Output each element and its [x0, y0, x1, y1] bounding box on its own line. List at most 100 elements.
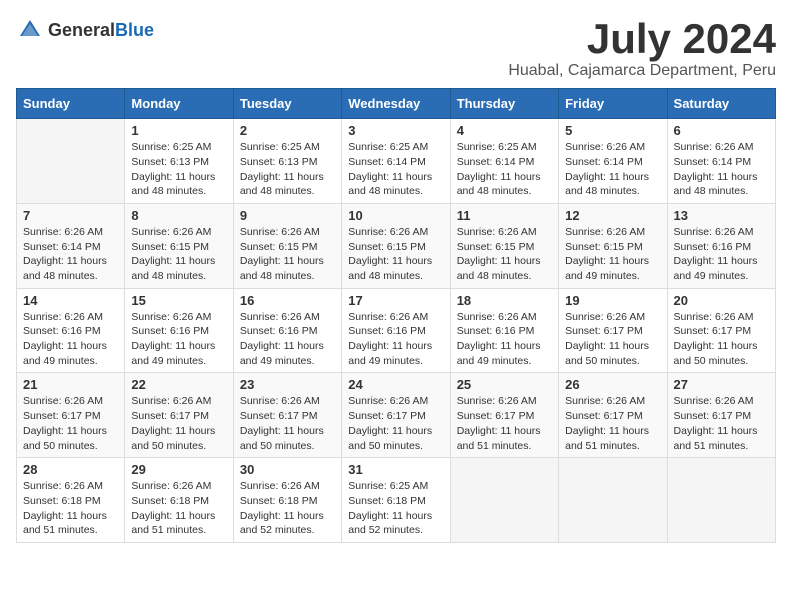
- day-info: Sunrise: 6:26 AMSunset: 6:16 PMDaylight:…: [23, 310, 118, 369]
- day-number: 26: [565, 377, 660, 392]
- day-info: Sunrise: 6:26 AMSunset: 6:17 PMDaylight:…: [457, 394, 552, 453]
- day-number: 2: [240, 123, 335, 138]
- day-number: 25: [457, 377, 552, 392]
- calendar-cell: 28 Sunrise: 6:26 AMSunset: 6:18 PMDayligh…: [17, 458, 125, 543]
- day-number: 22: [131, 377, 226, 392]
- calendar-cell: 29 Sunrise: 6:26 AMSunset: 6:18 PMDayligh…: [125, 458, 233, 543]
- day-info: Sunrise: 6:26 AMSunset: 6:17 PMDaylight:…: [240, 394, 335, 453]
- calendar-cell: 11 Sunrise: 6:26 AMSunset: 6:15 PMDayligh…: [450, 203, 558, 288]
- calendar-cell: [667, 458, 775, 543]
- calendar-cell: 16 Sunrise: 6:26 AMSunset: 6:16 PMDayligh…: [233, 288, 341, 373]
- calendar-header-saturday: Saturday: [667, 89, 775, 119]
- day-number: 5: [565, 123, 660, 138]
- day-number: 16: [240, 293, 335, 308]
- day-number: 17: [348, 293, 443, 308]
- logo-icon: [16, 16, 44, 44]
- day-number: 29: [131, 462, 226, 477]
- day-info: Sunrise: 6:26 AMSunset: 6:14 PMDaylight:…: [23, 225, 118, 284]
- day-info: Sunrise: 6:26 AMSunset: 6:16 PMDaylight:…: [457, 310, 552, 369]
- month-title: July 2024: [508, 16, 776, 62]
- calendar-cell: 14 Sunrise: 6:26 AMSunset: 6:16 PMDayligh…: [17, 288, 125, 373]
- title-area: July 2024 Huabal, Cajamarca Department, …: [508, 16, 776, 80]
- day-number: 11: [457, 208, 552, 223]
- day-info: Sunrise: 6:26 AMSunset: 6:16 PMDaylight:…: [131, 310, 226, 369]
- day-info: Sunrise: 6:25 AMSunset: 6:14 PMDaylight:…: [457, 140, 552, 199]
- page-header: GeneralBlue July 2024 Huabal, Cajamarca …: [16, 16, 776, 80]
- day-number: 6: [674, 123, 769, 138]
- calendar-week-1: 1Sunrise: 6:25 AMSunset: 6:13 PMDaylight…: [17, 119, 776, 204]
- calendar-cell: 17 Sunrise: 6:26 AMSunset: 6:16 PMDayligh…: [342, 288, 450, 373]
- day-number: 30: [240, 462, 335, 477]
- day-info: Sunrise: 6:25 AMSunset: 6:14 PMDaylight:…: [348, 140, 443, 199]
- calendar-cell: 1Sunrise: 6:25 AMSunset: 6:13 PMDaylight…: [125, 119, 233, 204]
- calendar-header-friday: Friday: [559, 89, 667, 119]
- day-number: 20: [674, 293, 769, 308]
- logo-blue: Blue: [115, 20, 154, 40]
- calendar-cell: [450, 458, 558, 543]
- day-number: 27: [674, 377, 769, 392]
- day-number: 4: [457, 123, 552, 138]
- calendar-cell: 8Sunrise: 6:26 AMSunset: 6:15 PMDaylight…: [125, 203, 233, 288]
- calendar-body: 1Sunrise: 6:25 AMSunset: 6:13 PMDaylight…: [17, 119, 776, 543]
- calendar-header-thursday: Thursday: [450, 89, 558, 119]
- calendar-cell: 24 Sunrise: 6:26 AMSunset: 6:17 PMDayligh…: [342, 373, 450, 458]
- calendar-cell: 12Sunrise: 6:26 AMSunset: 6:15 PMDayligh…: [559, 203, 667, 288]
- calendar-week-3: 14 Sunrise: 6:26 AMSunset: 6:16 PMDayligh…: [17, 288, 776, 373]
- calendar-cell: 18 Sunrise: 6:26 AMSunset: 6:16 PMDayligh…: [450, 288, 558, 373]
- calendar-header-sunday: Sunday: [17, 89, 125, 119]
- calendar-cell: 15 Sunrise: 6:26 AMSunset: 6:16 PMDayligh…: [125, 288, 233, 373]
- calendar-cell: 21 Sunrise: 6:26 AMSunset: 6:17 PMDayligh…: [17, 373, 125, 458]
- day-info: Sunrise: 6:26 AMSunset: 6:16 PMDaylight:…: [348, 310, 443, 369]
- calendar-cell: 31 Sunrise: 6:25 AMSunset: 6:18 PMDayligh…: [342, 458, 450, 543]
- calendar-header-monday: Monday: [125, 89, 233, 119]
- day-number: 31: [348, 462, 443, 477]
- calendar-cell: 25 Sunrise: 6:26 AMSunset: 6:17 PMDayligh…: [450, 373, 558, 458]
- day-info: Sunrise: 6:26 AMSunset: 6:18 PMDaylight:…: [23, 479, 118, 538]
- day-number: 7: [23, 208, 118, 223]
- calendar-week-2: 7 Sunrise: 6:26 AMSunset: 6:14 PMDaylight…: [17, 203, 776, 288]
- day-info: Sunrise: 6:26 AMSunset: 6:17 PMDaylight:…: [565, 394, 660, 453]
- day-number: 15: [131, 293, 226, 308]
- day-number: 28: [23, 462, 118, 477]
- calendar-cell: 10Sunrise: 6:26 AMSunset: 6:15 PMDayligh…: [342, 203, 450, 288]
- calendar-cell: 23Sunrise: 6:26 AMSunset: 6:17 PMDayligh…: [233, 373, 341, 458]
- calendar-cell: 13Sunrise: 6:26 AMSunset: 6:16 PMDayligh…: [667, 203, 775, 288]
- day-info: Sunrise: 6:25 AMSunset: 6:13 PMDaylight:…: [240, 140, 335, 199]
- calendar-table: SundayMondayTuesdayWednesdayThursdayFrid…: [16, 88, 776, 543]
- calendar-week-5: 28 Sunrise: 6:26 AMSunset: 6:18 PMDayligh…: [17, 458, 776, 543]
- calendar-cell: 4 Sunrise: 6:25 AMSunset: 6:14 PMDaylight…: [450, 119, 558, 204]
- day-number: 18: [457, 293, 552, 308]
- calendar-cell: [17, 119, 125, 204]
- day-info: Sunrise: 6:26 AMSunset: 6:18 PMDaylight:…: [131, 479, 226, 538]
- calendar-cell: 20Sunrise: 6:26 AMSunset: 6:17 PMDayligh…: [667, 288, 775, 373]
- logo: GeneralBlue: [16, 16, 154, 44]
- day-info: Sunrise: 6:26 AMSunset: 6:17 PMDaylight:…: [23, 394, 118, 453]
- day-info: Sunrise: 6:26 AMSunset: 6:15 PMDaylight:…: [348, 225, 443, 284]
- day-number: 21: [23, 377, 118, 392]
- day-info: Sunrise: 6:26 AMSunset: 6:18 PMDaylight:…: [240, 479, 335, 538]
- calendar-header-wednesday: Wednesday: [342, 89, 450, 119]
- calendar-cell: 22Sunrise: 6:26 AMSunset: 6:17 PMDayligh…: [125, 373, 233, 458]
- day-number: 3: [348, 123, 443, 138]
- calendar-cell: 9Sunrise: 6:26 AMSunset: 6:15 PMDaylight…: [233, 203, 341, 288]
- calendar-cell: [559, 458, 667, 543]
- day-info: Sunrise: 6:26 AMSunset: 6:15 PMDaylight:…: [565, 225, 660, 284]
- calendar-cell: 19Sunrise: 6:26 AMSunset: 6:17 PMDayligh…: [559, 288, 667, 373]
- day-info: Sunrise: 6:26 AMSunset: 6:16 PMDaylight:…: [240, 310, 335, 369]
- calendar-cell: 30 Sunrise: 6:26 AMSunset: 6:18 PMDayligh…: [233, 458, 341, 543]
- day-number: 24: [348, 377, 443, 392]
- day-number: 14: [23, 293, 118, 308]
- day-info: Sunrise: 6:25 AMSunset: 6:18 PMDaylight:…: [348, 479, 443, 538]
- day-info: Sunrise: 6:26 AMSunset: 6:15 PMDaylight:…: [457, 225, 552, 284]
- day-info: Sunrise: 6:26 AMSunset: 6:17 PMDaylight:…: [348, 394, 443, 453]
- calendar-header-row: SundayMondayTuesdayWednesdayThursdayFrid…: [17, 89, 776, 119]
- calendar-cell: 26 Sunrise: 6:26 AMSunset: 6:17 PMDayligh…: [559, 373, 667, 458]
- calendar-cell: 3 Sunrise: 6:25 AMSunset: 6:14 PMDaylight…: [342, 119, 450, 204]
- logo-general: General: [48, 20, 115, 40]
- calendar-week-4: 21 Sunrise: 6:26 AMSunset: 6:17 PMDayligh…: [17, 373, 776, 458]
- day-info: Sunrise: 6:26 AMSunset: 6:17 PMDaylight:…: [565, 310, 660, 369]
- day-number: 9: [240, 208, 335, 223]
- calendar-cell: 6Sunrise: 6:26 AMSunset: 6:14 PMDaylight…: [667, 119, 775, 204]
- calendar-cell: 2 Sunrise: 6:25 AMSunset: 6:13 PMDaylight…: [233, 119, 341, 204]
- day-info: Sunrise: 6:26 AMSunset: 6:14 PMDaylight:…: [565, 140, 660, 199]
